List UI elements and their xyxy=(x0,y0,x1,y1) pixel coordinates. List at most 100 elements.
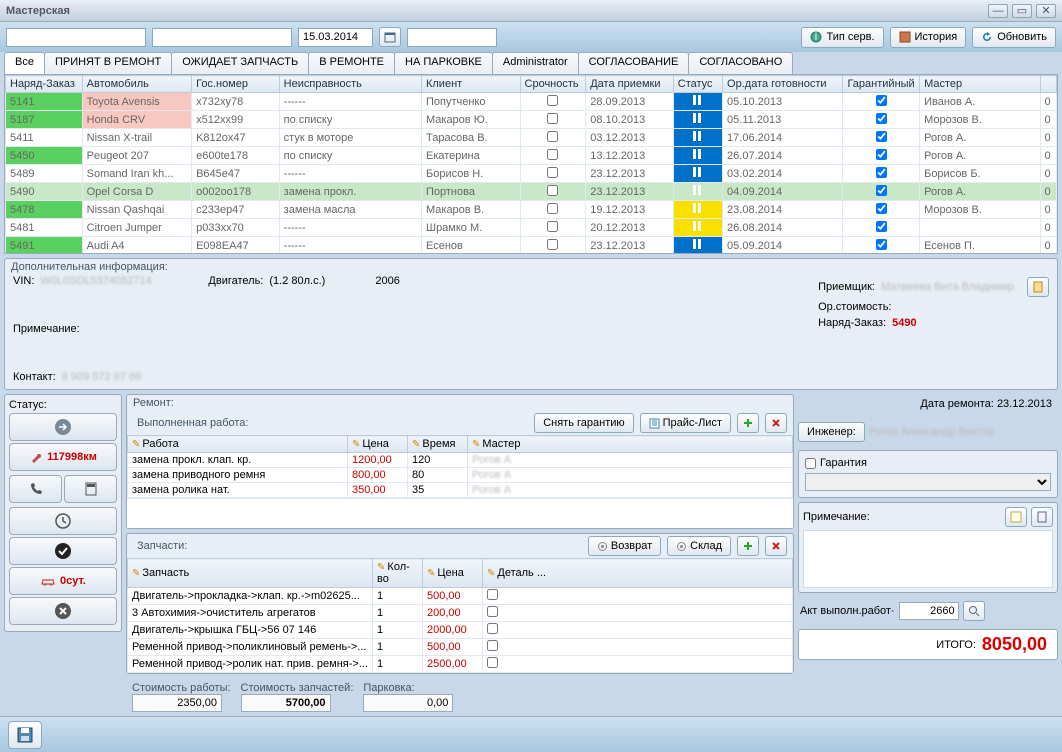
date-input[interactable] xyxy=(298,28,373,47)
table-row[interactable]: 5490Opel Corsa Do002oo178замена прокл.По… xyxy=(6,183,1057,201)
mileage-button[interactable]: 117998км xyxy=(9,443,117,471)
delete-part-button[interactable] xyxy=(765,536,787,556)
tab-0[interactable]: Все xyxy=(4,52,45,74)
repair-date-value: 23.12.2013 xyxy=(997,398,1052,410)
save-button[interactable] xyxy=(8,721,42,749)
delete-work-button[interactable] xyxy=(765,413,787,433)
col-header[interactable]: Гарантийный xyxy=(843,76,920,93)
status-accept-button[interactable] xyxy=(9,413,117,441)
arrow-in-icon xyxy=(54,418,72,436)
col-header[interactable]: Статус xyxy=(673,76,722,93)
status-legend: Статус: xyxy=(9,399,117,411)
year-value: 2006 xyxy=(375,275,425,287)
note-label: Примечание: xyxy=(13,323,80,335)
orders-table[interactable]: Наряд-ЗаказАвтомобильГос.номерНеисправно… xyxy=(5,75,1057,254)
table-row[interactable]: Ременной привод->ролик нат. прив. ремня-… xyxy=(128,656,793,673)
col-header[interactable]: Неисправность xyxy=(279,76,421,93)
stock-button[interactable]: Склад xyxy=(667,536,731,556)
total-value: 8050,00 xyxy=(982,634,1047,655)
table-row[interactable]: Двигатель->прокладка->клап. кр.->m02625.… xyxy=(128,588,793,605)
info-legend: Дополнительная информация: xyxy=(5,259,1057,275)
act-label: Акт выполн.работ· xyxy=(800,605,895,617)
table-row[interactable]: замена прокл. клап. кр.1200,00120Рогов А xyxy=(128,453,793,468)
table-row[interactable]: 5411Nissan X-trailK812ox47стук в мотореТ… xyxy=(6,129,1057,147)
col-header[interactable]: Ор.дата готовности xyxy=(723,76,843,93)
add-work-button[interactable] xyxy=(737,413,759,433)
minimize-button[interactable]: — xyxy=(988,4,1008,18)
warranty-checkbox[interactable]: Гарантия xyxy=(805,457,1051,469)
col-header[interactable]: Срочность xyxy=(520,76,586,93)
col-header[interactable]: Гос.номер xyxy=(192,76,280,93)
order-value: 5490 xyxy=(892,317,916,329)
service-type-button[interactable]: iТип серв. xyxy=(801,27,883,48)
history-button[interactable]: История xyxy=(890,27,967,48)
svg-text:i: i xyxy=(815,31,817,43)
floppy-icon xyxy=(16,726,34,744)
parts-table[interactable]: ✎Запчасть✎Кол-во✎Цена✎Деталь ... Двигате… xyxy=(127,558,793,673)
work-table[interactable]: ✎Работа✎Цена✎Время✎Мастер замена прокл. … xyxy=(127,435,793,498)
filter-input-3[interactable] xyxy=(407,28,497,47)
table-row[interactable]: 5450Peugeot 207e600te178по спискуЕкатери… xyxy=(6,147,1057,165)
table-row[interactable]: 5491Audi A4E098EA47------Есенов23.12.201… xyxy=(6,237,1057,255)
tab-5[interactable]: Administrator xyxy=(492,52,579,74)
table-row[interactable]: Ременной привод->поликлиновый ремень->..… xyxy=(128,639,793,656)
receiver-edit-icon[interactable] xyxy=(1027,277,1049,297)
filter-input-1[interactable] xyxy=(6,28,146,47)
warranty-select[interactable] xyxy=(805,473,1051,491)
engineer-button[interactable]: Инженер: xyxy=(798,422,865,442)
price-list-button[interactable]: Прайс-Лист xyxy=(640,413,731,433)
return-button[interactable]: Возврат xyxy=(588,536,661,556)
table-row[interactable]: 3 Автохимия->очиститель агрегатов1200,00 xyxy=(128,605,793,622)
table-row[interactable]: замена приводного ремня800,0080Рогов А xyxy=(128,468,793,483)
add-part-button[interactable] xyxy=(737,536,759,556)
engineer-value: Рогов Александр Виктор xyxy=(869,426,1056,438)
filter-input-2[interactable] xyxy=(152,28,292,47)
phone-button[interactable] xyxy=(9,475,62,503)
table-row[interactable]: 5478Nissan Qashqaic233ep47замена маслаМа… xyxy=(6,201,1057,219)
estimate-label: Ор.стоимость: xyxy=(818,301,891,313)
refresh-button[interactable]: Обновить xyxy=(972,27,1056,48)
parts-cost-label: Стоимость запчастей: xyxy=(241,682,354,694)
vin-label: VIN: xyxy=(13,275,34,287)
tab-1[interactable]: ПРИНЯТ В РЕМОНТ xyxy=(44,52,172,74)
engine-value: (1.2 80л.с.) xyxy=(269,275,369,287)
cancel-button[interactable] xyxy=(9,597,117,625)
act-search-icon[interactable] xyxy=(963,601,985,621)
table-row[interactable]: 5187Honda CRVx512xx99по спискуМакаров Ю.… xyxy=(6,111,1057,129)
tab-2[interactable]: ОЖИДАЕТ ЗАПЧАСТЬ xyxy=(171,52,309,74)
cancel-icon xyxy=(54,602,72,620)
table-row[interactable]: 5481Citroen Jumperp033xx70------Шрамко М… xyxy=(6,219,1057,237)
days-button[interactable]: 0сут. xyxy=(9,567,117,595)
total-label: ИТОГО: xyxy=(936,639,976,651)
col-header[interactable] xyxy=(1040,76,1056,93)
col-header[interactable]: Автомобиль xyxy=(82,76,191,93)
calendar-icon[interactable] xyxy=(379,27,401,47)
table-row[interactable]: 5141Toyota Avensisx732xy78------Попутчен… xyxy=(6,93,1057,111)
refresh-icon xyxy=(981,31,993,43)
table-row[interactable]: 5489Somand Iran kh...B645e47------Борисо… xyxy=(6,165,1057,183)
calc-button[interactable] xyxy=(64,475,117,503)
tab-6[interactable]: СОГЛАСОВАНИЕ xyxy=(578,52,690,74)
maximize-button[interactable]: ▭ xyxy=(1012,4,1032,18)
col-header[interactable]: Наряд-Заказ xyxy=(6,76,83,93)
note-clip-icon[interactable] xyxy=(1031,507,1053,527)
tab-4[interactable]: НА ПАРКОВКЕ xyxy=(394,52,493,74)
note-edit-icon[interactable] xyxy=(1005,507,1027,527)
check-button[interactable] xyxy=(9,537,117,565)
col-header[interactable]: Мастер xyxy=(920,76,1040,93)
work-cost-value xyxy=(132,694,222,712)
parking-cost-label: Парковка: xyxy=(363,682,453,694)
act-value[interactable] xyxy=(899,602,959,620)
tab-7[interactable]: СОГЛАСОВАНО xyxy=(688,52,793,74)
tab-3[interactable]: В РЕМОНТЕ xyxy=(308,52,395,74)
car-icon xyxy=(40,574,56,588)
clock-button[interactable] xyxy=(9,507,117,535)
phone-icon xyxy=(28,481,44,497)
close-button[interactable]: ✕ xyxy=(1036,4,1056,18)
col-header[interactable]: Дата приемки xyxy=(586,76,674,93)
remove-warranty-button[interactable]: Снять гарантию xyxy=(534,413,633,433)
note-textarea[interactable] xyxy=(803,530,1053,588)
col-header[interactable]: Клиент xyxy=(421,76,520,93)
table-row[interactable]: Двигатель->крышка ГБЦ->56 07 14612000,00 xyxy=(128,622,793,639)
table-row[interactable]: замена ролика нат.350,0035Рогов А xyxy=(128,483,793,498)
